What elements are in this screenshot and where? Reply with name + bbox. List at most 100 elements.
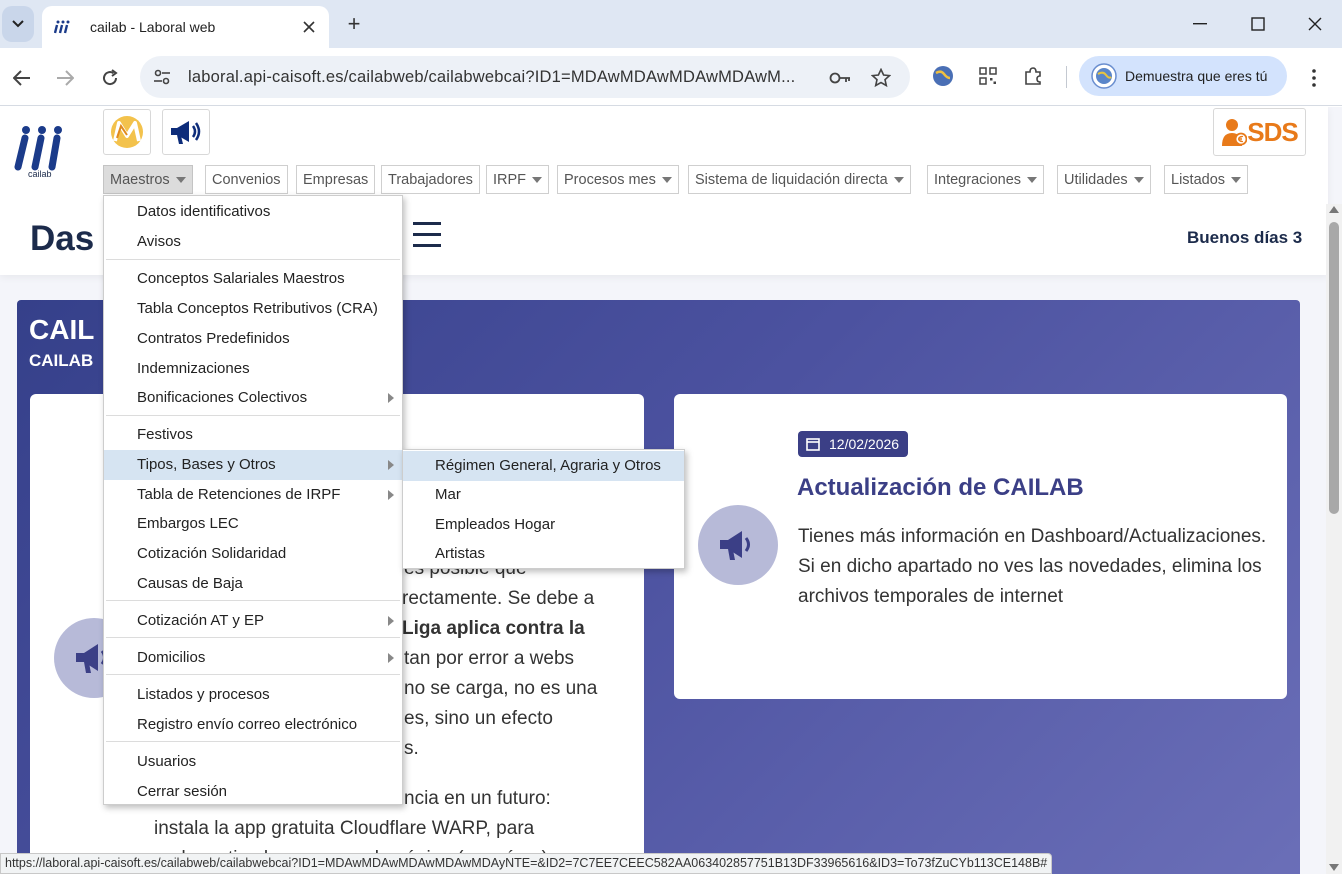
news-card: 12/02/2026 Actualización de CAILAB Tiene…: [674, 394, 1287, 699]
submenu-item-empleados-hogar[interactable]: Empleados Hogar: [403, 510, 684, 540]
minimize-button[interactable]: [1180, 10, 1220, 38]
menu-item-retenciones-irpf[interactable]: Tabla de Retenciones de IRPF: [104, 480, 402, 510]
menu-label: Maestros: [110, 171, 170, 188]
menu-item-cerrar-sesion[interactable]: Cerrar sesión: [104, 777, 402, 807]
announcements-button[interactable]: [162, 109, 210, 155]
submenu-arrow-icon: [388, 616, 394, 626]
submenu-item-mar[interactable]: Mar: [403, 480, 684, 510]
sds-button[interactable]: SDS: [1213, 108, 1306, 156]
megaphone-icon: [720, 531, 750, 560]
browser-tab[interactable]: cailab - Laboral web: [42, 6, 329, 48]
back-arrow-icon[interactable]: [8, 64, 36, 92]
cailab-favicon-icon: [54, 19, 72, 35]
profile-button[interactable]: Demuestra que eres tú: [1079, 56, 1287, 96]
reload-icon[interactable]: [96, 64, 124, 92]
submenu-item-artistas[interactable]: Artistas: [403, 539, 684, 569]
maximize-icon: [1251, 17, 1265, 31]
news-date: 12/02/2026: [829, 436, 900, 452]
menu-listados[interactable]: Listados: [1164, 165, 1249, 194]
tab-search-button[interactable]: [2, 6, 34, 42]
menu-item-usuarios[interactable]: Usuarios: [104, 747, 402, 777]
mutua-logo-button[interactable]: [103, 109, 151, 155]
caret-down-icon: [175, 176, 186, 183]
menu-item-festivos[interactable]: Festivos: [104, 420, 402, 450]
menu-item-label: Domicilios: [137, 649, 206, 666]
site-settings-icon[interactable]: [150, 65, 174, 89]
menu-procesos-mes[interactable]: Procesos mes: [557, 165, 679, 194]
browser-menu-icon[interactable]: [1300, 64, 1328, 92]
hamburger-menu-icon[interactable]: [413, 222, 441, 248]
menu-item-contratos-predefinidos[interactable]: Contratos Predefinidos: [104, 324, 402, 354]
qr-code-icon[interactable]: [975, 63, 1001, 89]
user-euro-icon: [1222, 119, 1248, 146]
browser-tab-strip: cailab - Laboral web +: [0, 0, 1342, 48]
greeting-text: Buenos días 3: [1187, 228, 1303, 247]
submenu-arrow-icon: [388, 653, 394, 663]
menu-utilidades[interactable]: Utilidades: [1057, 165, 1151, 194]
close-window-button[interactable]: [1295, 10, 1335, 38]
avatar-globe-icon: [1091, 63, 1117, 89]
menu-item-cotizacion-solidaridad[interactable]: Cotización Solidaridad: [104, 539, 402, 569]
menu-item-conceptos-salariales[interactable]: Conceptos Salariales Maestros: [104, 264, 402, 294]
password-key-icon[interactable]: [828, 66, 852, 90]
menu-item-listados-procesos[interactable]: Listados y procesos: [104, 680, 402, 710]
sds-label: SDS: [1247, 116, 1298, 147]
bookmark-star-icon[interactable]: [869, 66, 893, 90]
new-tab-button[interactable]: +: [340, 12, 368, 36]
menu-label: Procesos mes: [564, 171, 656, 188]
menu-label: Utilidades: [1064, 171, 1128, 188]
calendar-icon: [806, 438, 820, 451]
tipos-bases-submenu: Régimen General, Agraria y Otros Mar Emp…: [402, 449, 685, 569]
menu-label: Empresas: [303, 171, 369, 188]
menu-item-cotizacion-at-ep[interactable]: Cotización AT y EP: [104, 606, 402, 636]
menu-integraciones[interactable]: Integraciones: [927, 165, 1045, 194]
megaphone-icon: [171, 121, 201, 144]
menu-separator: [106, 259, 400, 260]
scroll-up-arrow-icon[interactable]: [1329, 206, 1339, 213]
news-body: Tienes más información en Dashboard/Actu…: [798, 526, 1267, 607]
submenu-arrow-icon: [388, 490, 394, 500]
menu-item-datos-identificativos[interactable]: Datos identificativos: [104, 197, 402, 227]
caret-down-icon: [1231, 176, 1242, 183]
chevron-down-icon: [12, 20, 24, 28]
caret-down-icon: [661, 176, 672, 183]
menu-item-avisos[interactable]: Avisos: [104, 227, 402, 257]
menu-item-registro-envio-correo[interactable]: Registro envío correo electrónico: [104, 710, 402, 740]
forward-arrow-icon[interactable]: [51, 64, 79, 92]
menu-trabajadores[interactable]: Trabajadores: [381, 165, 480, 194]
menu-separator: [106, 674, 400, 675]
page-title: Das: [30, 219, 95, 258]
notice-line: instala la app gratuita Cloudflare WARP,…: [154, 818, 535, 839]
menu-item-domicilios[interactable]: Domicilios: [104, 643, 402, 673]
close-icon: [1308, 17, 1322, 31]
menu-item-indemnizaciones[interactable]: Indemnizaciones: [104, 354, 402, 384]
scrollbar-thumb[interactable]: [1329, 222, 1339, 514]
menu-convenios[interactable]: Convenios: [205, 165, 288, 194]
menu-maestros[interactable]: Maestros: [103, 165, 193, 194]
close-tab-icon[interactable]: [299, 17, 319, 37]
submenu-arrow-icon: [388, 460, 394, 470]
toolbar-divider: [1066, 66, 1067, 88]
menu-item-label: Tipos, Bases y Otros: [137, 456, 276, 473]
submenu-item-regimen-general[interactable]: Régimen General, Agraria y Otros: [403, 451, 684, 481]
menu-empresas[interactable]: Empresas: [296, 165, 376, 194]
page-scrollbar[interactable]: [1326, 204, 1342, 874]
menu-item-causas-baja[interactable]: Causas de Baja: [104, 569, 402, 599]
extensions-puzzle-icon[interactable]: [1020, 63, 1046, 89]
menu-item-tabla-conceptos-cra[interactable]: Tabla Conceptos Retributivos (CRA): [104, 294, 402, 324]
menu-sistema-liquidacion[interactable]: Sistema de liquidación directa: [688, 165, 911, 194]
extension-globe-icon[interactable]: [930, 63, 956, 89]
menu-item-embargos-lec[interactable]: Embargos LEC: [104, 509, 402, 539]
menu-item-bonificaciones[interactable]: Bonificaciones Colectivos: [104, 383, 402, 413]
maximize-button[interactable]: [1238, 10, 1278, 38]
caret-down-icon: [532, 176, 543, 183]
address-bar[interactable]: laboral.api-caisoft.es/cailabweb/cailabw…: [140, 56, 910, 98]
menu-separator: [106, 415, 400, 416]
browser-toolbar: laboral.api-caisoft.es/cailabweb/cailabw…: [0, 48, 1342, 106]
caret-down-icon: [1133, 176, 1144, 183]
menu-irpf[interactable]: IRPF: [486, 165, 550, 194]
scroll-down-arrow-icon[interactable]: [1329, 864, 1339, 871]
logo-text: cailab: [28, 169, 52, 179]
menu-label: IRPF: [493, 171, 527, 188]
menu-item-tipos-bases-otros[interactable]: Tipos, Bases y Otros: [104, 450, 402, 480]
